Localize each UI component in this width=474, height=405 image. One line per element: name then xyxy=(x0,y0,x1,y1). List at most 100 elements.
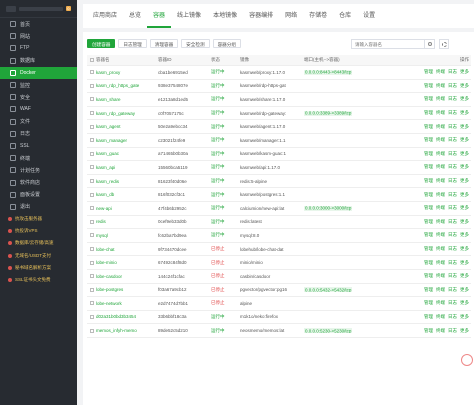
action-link[interactable]: 管理 xyxy=(424,205,433,211)
tab-item[interactable]: 设置 xyxy=(357,4,381,28)
action-link[interactable]: 日志 xyxy=(448,151,457,157)
action-link[interactable]: 管理 xyxy=(424,96,433,102)
support-avatar[interactable] xyxy=(461,354,473,366)
action-link[interactable]: 终端 xyxy=(436,205,445,211)
status-badge[interactable]: 运行中 xyxy=(209,314,238,320)
action-link[interactable]: 终端 xyxy=(436,232,445,238)
row-checkbox[interactable] xyxy=(87,83,94,88)
container-name[interactable]: kasm_proxy xyxy=(94,70,156,75)
action-link[interactable]: 更多 xyxy=(460,260,469,266)
action-link[interactable]: 更多 xyxy=(460,232,469,238)
tab-item[interactable]: 总览 xyxy=(123,4,147,28)
tab-item[interactable]: 存储卷 xyxy=(303,4,333,28)
action-link[interactable]: 管理 xyxy=(424,164,433,170)
action-link[interactable]: 终端 xyxy=(436,287,445,293)
promo-link[interactable]: 抗投诉VPS xyxy=(0,225,77,237)
row-checkbox[interactable] xyxy=(87,192,94,197)
header-status[interactable]: 状态 xyxy=(209,57,238,63)
sidebar-item[interactable]: Docker xyxy=(0,66,77,79)
action-link[interactable]: 管理 xyxy=(424,178,433,184)
container-name[interactable]: lobe-casdoor xyxy=(94,274,156,279)
action-link[interactable]: 终端 xyxy=(436,273,445,279)
status-badge[interactable]: 运行中 xyxy=(209,96,238,102)
action-link[interactable]: 日志 xyxy=(448,232,457,238)
action-link[interactable]: 管理 xyxy=(424,83,433,89)
toolbar-button[interactable]: 容器分组 xyxy=(212,39,241,48)
action-link[interactable]: 管理 xyxy=(424,110,433,116)
sidebar-item[interactable]: 安全 xyxy=(0,91,77,103)
sidebar-item[interactable]: FTP xyxy=(0,42,77,54)
action-link[interactable]: 日志 xyxy=(448,192,457,198)
action-link[interactable]: 管理 xyxy=(424,300,433,306)
promo-link[interactable]: 抗攻击服务器 xyxy=(0,213,77,225)
action-link[interactable]: 更多 xyxy=(460,192,469,198)
row-checkbox[interactable] xyxy=(87,97,94,102)
action-link[interactable]: 日志 xyxy=(448,178,457,184)
status-badge[interactable]: 运行中 xyxy=(209,205,238,211)
action-link[interactable]: 管理 xyxy=(424,246,433,252)
action-link[interactable]: 更多 xyxy=(460,69,469,75)
action-link[interactable]: 终端 xyxy=(436,219,445,225)
action-link[interactable]: 日志 xyxy=(448,328,457,334)
status-badge[interactable]: 运行中 xyxy=(209,328,238,334)
sidebar-item[interactable]: 软件商店 xyxy=(0,176,77,188)
action-link[interactable]: 终端 xyxy=(436,124,445,130)
container-name[interactable]: d02a31b0bd3b3454 xyxy=(94,314,156,319)
status-badge[interactable]: 已停止 xyxy=(209,300,238,306)
tab-item[interactable]: 本地镜像 xyxy=(207,4,243,28)
action-link[interactable]: 终端 xyxy=(436,96,445,102)
promo-link[interactable]: 无域名/USDT支付 xyxy=(0,250,77,262)
action-link[interactable]: 管理 xyxy=(424,273,433,279)
status-badge[interactable]: 运行中 xyxy=(209,83,238,89)
action-link[interactable]: 更多 xyxy=(460,314,469,320)
row-checkbox[interactable] xyxy=(87,314,94,319)
sidebar-item[interactable]: 面板设置 xyxy=(0,189,77,201)
action-link[interactable]: 管理 xyxy=(424,219,433,225)
action-link[interactable]: 日志 xyxy=(448,96,457,102)
action-link[interactable]: 管理 xyxy=(424,287,433,293)
sidebar-item[interactable]: 监控 xyxy=(0,79,77,91)
toolbar-button[interactable]: 安全检测 xyxy=(181,39,210,48)
action-link[interactable]: 更多 xyxy=(460,300,469,306)
action-link[interactable]: 日志 xyxy=(448,314,457,320)
action-link[interactable]: 终端 xyxy=(436,314,445,320)
action-link[interactable]: 日志 xyxy=(448,273,457,279)
action-link[interactable]: 日志 xyxy=(448,205,457,211)
status-badge[interactable]: 运行中 xyxy=(209,192,238,198)
status-badge[interactable]: 运行中 xyxy=(209,164,238,170)
row-checkbox[interactable] xyxy=(87,301,94,306)
tab-item[interactable]: 网络 xyxy=(279,4,303,28)
action-link[interactable]: 更多 xyxy=(460,83,469,89)
action-link[interactable]: 更多 xyxy=(460,246,469,252)
action-link[interactable]: 更多 xyxy=(460,96,469,102)
status-badge[interactable]: 运行中 xyxy=(209,232,238,238)
sidebar-item[interactable]: 日志 xyxy=(0,128,77,140)
action-link[interactable]: 终端 xyxy=(436,260,445,266)
status-badge[interactable]: 运行中 xyxy=(209,69,238,75)
action-link[interactable]: 管理 xyxy=(424,232,433,238)
sidebar-item[interactable]: WAF xyxy=(0,103,77,115)
row-checkbox[interactable] xyxy=(87,165,94,170)
action-link[interactable]: 终端 xyxy=(436,151,445,157)
action-link[interactable]: 终端 xyxy=(436,328,445,334)
action-link[interactable]: 管理 xyxy=(424,260,433,266)
promo-link[interactable]: 秘书域名解析方案 xyxy=(0,262,77,274)
container-name[interactable]: lobe-network xyxy=(94,301,156,306)
action-link[interactable]: 日志 xyxy=(448,124,457,130)
sidebar-item[interactable]: 退出 xyxy=(0,201,77,213)
action-link[interactable]: 日志 xyxy=(448,260,457,266)
row-checkbox[interactable] xyxy=(87,70,94,75)
action-link[interactable]: 管理 xyxy=(424,124,433,130)
container-name[interactable]: kasm_rdp_gateway xyxy=(94,111,156,116)
sidebar-item[interactable]: 首页 xyxy=(0,18,77,30)
sidebar-item[interactable]: SSL xyxy=(0,140,77,152)
action-link[interactable]: 日志 xyxy=(448,137,457,143)
select-all-checkbox[interactable] xyxy=(87,58,94,62)
row-checkbox[interactable] xyxy=(87,138,94,143)
row-checkbox[interactable] xyxy=(87,287,94,292)
row-checkbox[interactable] xyxy=(87,219,94,224)
action-link[interactable]: 更多 xyxy=(460,110,469,116)
container-name[interactable]: new-api xyxy=(94,206,156,211)
container-name[interactable]: kasm_db xyxy=(94,192,156,197)
notification-badge[interactable]: 0 xyxy=(65,6,71,11)
